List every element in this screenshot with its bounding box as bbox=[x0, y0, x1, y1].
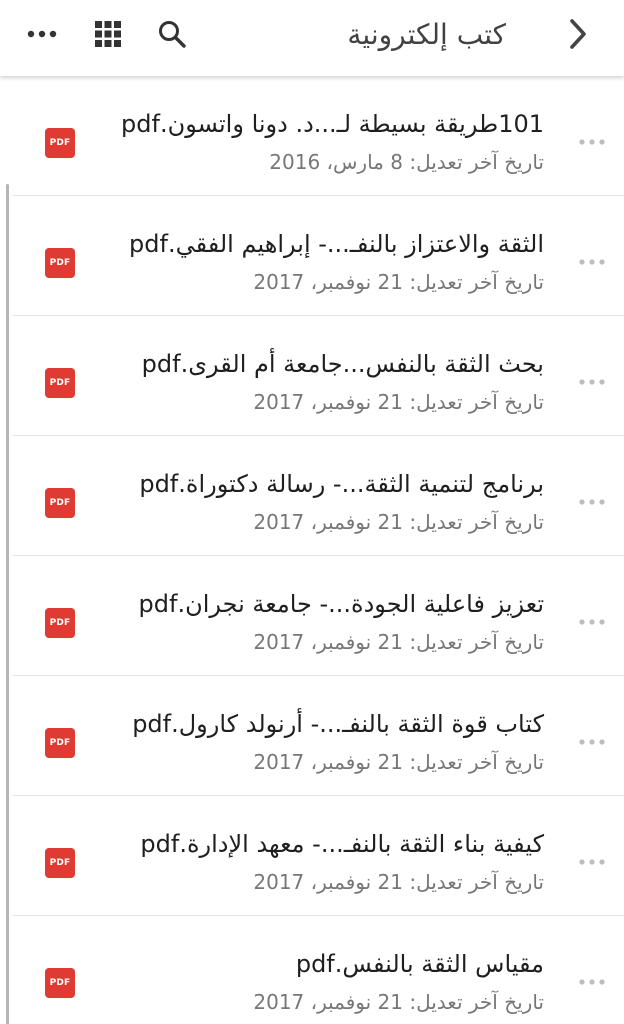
file-more-button[interactable] bbox=[572, 730, 612, 754]
pdf-badge-label: PDF bbox=[49, 378, 71, 388]
pdf-file-icon: PDF bbox=[45, 128, 75, 158]
search-icon bbox=[159, 21, 186, 48]
pdf-file-icon: PDF bbox=[45, 608, 75, 638]
file-more-button[interactable] bbox=[572, 610, 612, 634]
more-options-button[interactable] bbox=[20, 14, 64, 54]
file-modified-date: تاريخ آخر تعديل: 21 نوفمبر، 2017 bbox=[253, 630, 544, 654]
file-row[interactable]: PDF كيفية بناء الثقة بالنفـ...- معهد الإ… bbox=[0, 796, 624, 916]
file-modified-date: تاريخ آخر تعديل: 21 نوفمبر، 2017 bbox=[253, 510, 544, 534]
file-name: بحث الثقة بالنفس...جامعة أم القرى.pdf bbox=[141, 350, 544, 378]
page-title: كتب إلكترونية bbox=[347, 17, 506, 51]
file-list[interactable]: PDF 101طريقة بسيطة لـ...د. دونا واتسون.p… bbox=[0, 76, 624, 1024]
more-horizontal-icon bbox=[579, 979, 605, 985]
more-horizontal-icon bbox=[579, 739, 605, 745]
file-more-button[interactable] bbox=[572, 130, 612, 154]
file-row[interactable]: PDF كتاب قوة الثقة بالنفـ...- أرنولد كار… bbox=[0, 676, 624, 796]
file-more-button[interactable] bbox=[572, 850, 612, 874]
pdf-file-icon: PDF bbox=[45, 728, 75, 758]
more-horizontal-icon bbox=[27, 30, 57, 38]
pdf-file-icon: PDF bbox=[45, 848, 75, 878]
file-more-button[interactable] bbox=[572, 370, 612, 394]
search-button[interactable] bbox=[152, 14, 192, 54]
file-row[interactable]: PDF تعزيز فاعلية الجودة...- جامعة نجران.… bbox=[0, 556, 624, 676]
pdf-badge-label: PDF bbox=[49, 258, 71, 268]
pdf-badge-label: PDF bbox=[49, 978, 71, 988]
back-button[interactable] bbox=[560, 14, 596, 54]
more-horizontal-icon bbox=[579, 139, 605, 145]
chevron-right-icon bbox=[570, 19, 586, 49]
pdf-file-icon: PDF bbox=[45, 968, 75, 998]
more-horizontal-icon bbox=[579, 619, 605, 625]
file-name: 101طريقة بسيطة لـ...د. دونا واتسون.pdf bbox=[121, 110, 544, 138]
pdf-file-icon: PDF bbox=[45, 248, 75, 278]
file-row[interactable]: PDF بحث الثقة بالنفس...جامعة أم القرى.pd… bbox=[0, 316, 624, 436]
file-name: الثقة والاعتزاز بالنفـ...- إبراهيم الفقي… bbox=[129, 230, 544, 258]
more-horizontal-icon bbox=[579, 259, 605, 265]
file-modified-date: تاريخ آخر تعديل: 21 نوفمبر، 2017 bbox=[253, 270, 544, 294]
more-horizontal-icon bbox=[579, 859, 605, 865]
top-bar: كتب إلكترونية bbox=[0, 0, 624, 76]
grid-view-icon bbox=[95, 21, 121, 47]
file-more-button[interactable] bbox=[572, 970, 612, 994]
file-row[interactable]: PDF مقياس الثقة بالنفس.pdf تاريخ آخر تعد… bbox=[0, 916, 624, 1024]
file-name: مقياس الثقة بالنفس.pdf bbox=[295, 950, 544, 978]
more-horizontal-icon bbox=[579, 499, 605, 505]
file-row[interactable]: PDF برنامج لتنمية الثقة...- رسالة دكتورا… bbox=[0, 436, 624, 556]
file-more-button[interactable] bbox=[572, 490, 612, 514]
pdf-file-icon: PDF bbox=[45, 488, 75, 518]
file-name: كيفية بناء الثقة بالنفـ...- معهد الإدارة… bbox=[140, 830, 544, 858]
file-row[interactable]: PDF 101طريقة بسيطة لـ...د. دونا واتسون.p… bbox=[0, 76, 624, 196]
file-row[interactable]: PDF الثقة والاعتزاز بالنفـ...- إبراهيم ا… bbox=[0, 196, 624, 316]
file-modified-date: تاريخ آخر تعديل: 8 مارس، 2016 bbox=[269, 150, 544, 174]
ebooks-screen: كتب إلكترونية PDF 101طريقة بسيطة لـ...د.… bbox=[0, 0, 624, 1024]
file-modified-date: تاريخ آخر تعديل: 21 نوفمبر، 2017 bbox=[253, 990, 544, 1014]
grid-view-button[interactable] bbox=[88, 14, 128, 54]
file-more-button[interactable] bbox=[572, 250, 612, 274]
pdf-badge-label: PDF bbox=[49, 618, 71, 628]
more-horizontal-icon bbox=[579, 379, 605, 385]
file-name: تعزيز فاعلية الجودة...- جامعة نجران.pdf bbox=[138, 590, 544, 618]
pdf-file-icon: PDF bbox=[45, 368, 75, 398]
pdf-badge-label: PDF bbox=[49, 738, 71, 748]
pdf-badge-label: PDF bbox=[49, 138, 71, 148]
pdf-badge-label: PDF bbox=[49, 858, 71, 868]
file-modified-date: تاريخ آخر تعديل: 21 نوفمبر، 2017 bbox=[253, 390, 544, 414]
pdf-badge-label: PDF bbox=[49, 498, 71, 508]
file-name: برنامج لتنمية الثقة...- رسالة دكتوراة.pd… bbox=[139, 470, 544, 498]
file-name: كتاب قوة الثقة بالنفـ...- أرنولد كارول.p… bbox=[132, 710, 544, 738]
file-modified-date: تاريخ آخر تعديل: 21 نوفمبر، 2017 bbox=[253, 870, 544, 894]
file-modified-date: تاريخ آخر تعديل: 21 نوفمبر، 2017 bbox=[253, 750, 544, 774]
